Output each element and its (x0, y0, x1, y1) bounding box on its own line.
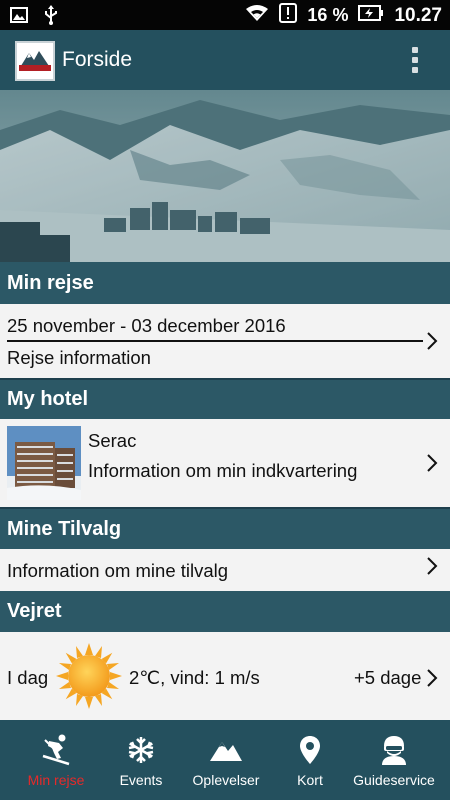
overflow-menu-button[interactable] (405, 44, 425, 76)
dot-icon (412, 57, 418, 63)
chevron-right-icon (427, 557, 438, 575)
section-header-weather: Vejret (0, 591, 450, 632)
app-bar: Forside (0, 30, 450, 90)
map-pin-icon (299, 734, 321, 766)
bottom-navigation: Min rejse Events Oplevelser Kort Guidese… (0, 720, 450, 800)
nav-label: Events (119, 772, 163, 788)
status-bar: 16 % 10.27 (0, 0, 450, 30)
dot-icon (412, 47, 418, 53)
clock: 10.27 (394, 4, 442, 26)
hotel-name: Serac (88, 430, 137, 451)
addons-heading: Mine Tilvalg (7, 517, 122, 540)
nav-item-min-rejse[interactable]: Min rejse (20, 720, 92, 800)
chevron-right-icon (427, 332, 438, 350)
weather-conditions: 2℃, vind: 1 m/s (129, 667, 260, 688)
weather-row: I dag 2℃, vind: 1 m/s +5 dage (0, 632, 450, 720)
addons-info-label: Information om mine tilvalg (7, 560, 229, 581)
hotel-info-label: Information om min indkvartering (88, 460, 358, 481)
addons-info-row[interactable]: Information om mine tilvalg (0, 549, 450, 591)
snowflake-icon (126, 734, 156, 766)
trip-info-label: Rejse information (7, 347, 151, 368)
dot-icon (412, 67, 418, 73)
weather-day-label: I dag (7, 667, 49, 688)
chevron-right-icon (427, 669, 438, 687)
nav-item-events[interactable]: Events (108, 720, 174, 800)
nav-item-guideservice[interactable]: Guideservice (350, 720, 438, 800)
section-header-hotel: My hotel (0, 380, 450, 419)
usb-icon (44, 5, 58, 30)
page-title: Forside (62, 48, 133, 71)
guide-icon (380, 734, 408, 766)
forecast-label: +5 dage (354, 667, 422, 688)
nav-label: Guideservice (353, 772, 435, 788)
chevron-right-icon (427, 454, 438, 472)
mountains-icon (209, 734, 243, 766)
app-logo (15, 41, 55, 81)
battery-charging-icon (358, 5, 384, 26)
battery-percent: 16 % (307, 5, 349, 25)
trip-dates: 25 november - 03 december 2016 (7, 315, 286, 336)
hotel-heading: My hotel (7, 388, 89, 410)
alert-icon (279, 3, 298, 28)
skier-icon (41, 734, 71, 766)
section-header-addons: Mine Tilvalg (0, 509, 450, 549)
nav-label: Min rejse (27, 772, 85, 788)
sun-icon (56, 643, 122, 709)
wifi-icon (245, 4, 269, 27)
nav-label: Oplevelser (192, 772, 260, 788)
trip-heading: Min rejse (7, 271, 94, 294)
hotel-photo (7, 426, 81, 500)
hotel-info-row[interactable]: Serac Information om min indkvartering (0, 419, 450, 507)
nav-item-kort[interactable]: Kort (286, 720, 334, 800)
image-icon (10, 7, 28, 28)
trip-info-row[interactable]: 25 november - 03 december 2016 Rejse inf… (0, 304, 450, 378)
section-header-trip: Min rejse (0, 262, 450, 304)
divider (7, 340, 423, 342)
hero-image (0, 90, 450, 262)
weather-heading: Vejret (7, 600, 62, 622)
nav-label: Kort (297, 772, 323, 788)
nav-item-oplevelser[interactable]: Oplevelser (188, 720, 264, 800)
forecast-link[interactable]: +5 dage (354, 660, 450, 694)
